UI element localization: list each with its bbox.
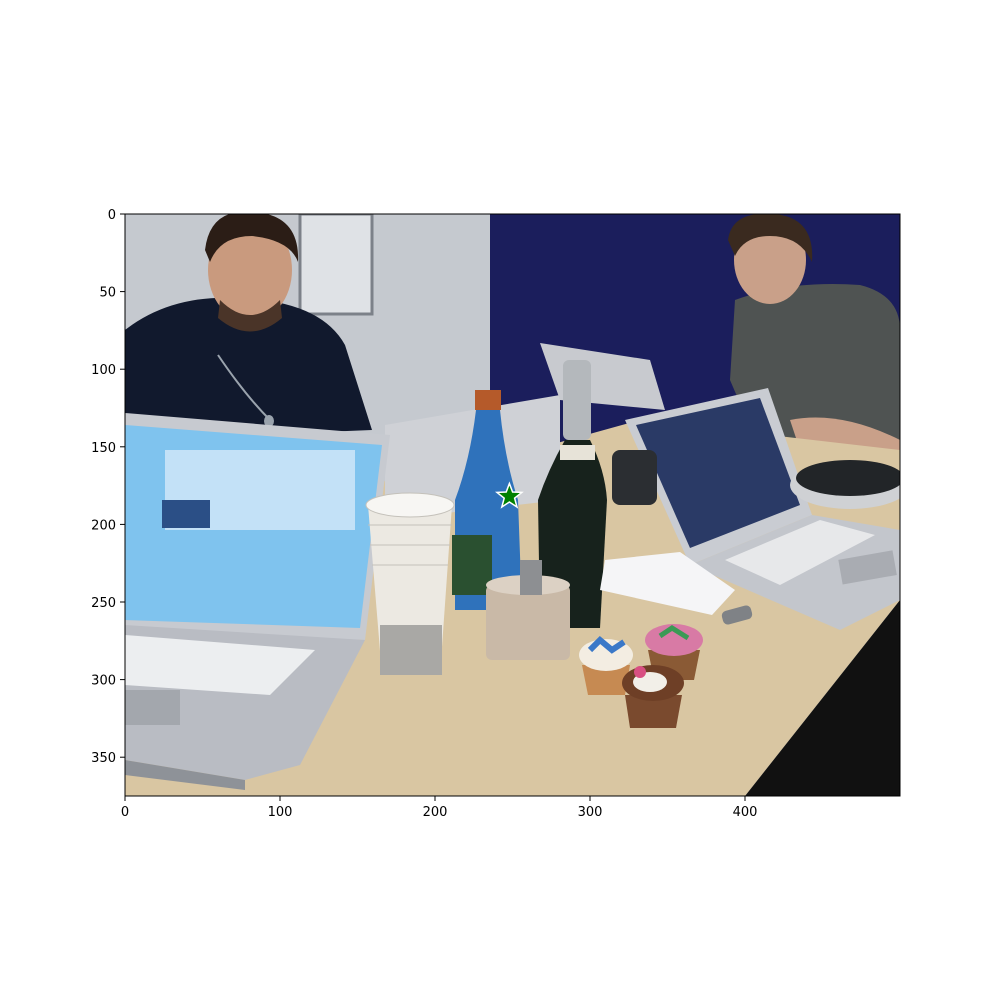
x-tick-label: 400 bbox=[733, 805, 758, 820]
y-tick-label: 150 bbox=[91, 441, 116, 456]
x-tick-label: 200 bbox=[423, 805, 448, 820]
y-tick-label: 50 bbox=[99, 286, 116, 301]
x-tick-label: 300 bbox=[578, 805, 603, 820]
whiteboard bbox=[298, 214, 374, 316]
figure: 0 100 200 300 400 0 50 100 150 200 250 300 350 bbox=[91, 208, 901, 820]
y-tick-label: 300 bbox=[91, 674, 116, 689]
y-tick-label: 100 bbox=[91, 363, 116, 378]
x-tick-label: 100 bbox=[268, 805, 293, 820]
y-tick-label: 250 bbox=[91, 596, 116, 611]
y-tick-label: 350 bbox=[91, 751, 116, 766]
y-tick-label: 0 bbox=[108, 208, 116, 223]
y-axis: 0 50 100 150 200 250 300 350 bbox=[91, 208, 125, 766]
y-tick-label: 200 bbox=[91, 518, 116, 533]
x-axis: 0 100 200 300 400 bbox=[121, 796, 758, 820]
office-meeting-photo bbox=[125, 214, 900, 796]
x-tick-label: 0 bbox=[121, 805, 129, 820]
